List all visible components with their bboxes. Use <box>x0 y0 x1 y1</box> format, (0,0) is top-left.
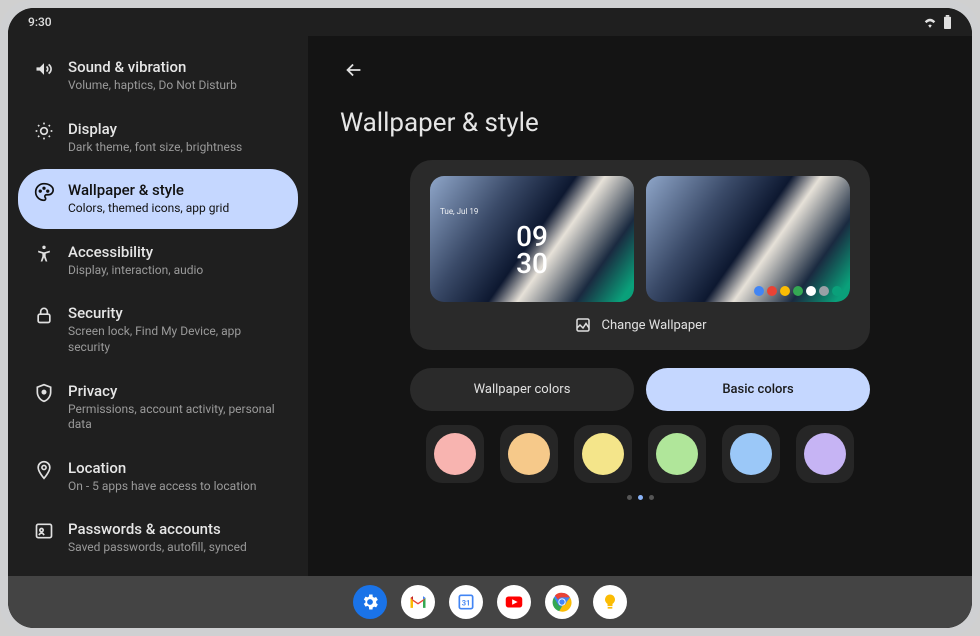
sidebar-item-security[interactable]: Security Screen lock, Find My Device, app… <box>18 292 298 367</box>
sidebar-item-label: Privacy <box>68 382 278 400</box>
sidebar-item-label: Accessibility <box>68 243 203 261</box>
color-swatch-6[interactable] <box>796 425 854 483</box>
sidebar-item-label: Sound & vibration <box>68 58 237 76</box>
color-swatch-1[interactable] <box>426 425 484 483</box>
color-source-tabs: Wallpaper colors Basic colors <box>410 368 870 411</box>
preview-clock: 0930 <box>516 224 548 277</box>
change-wallpaper-button[interactable]: Change Wallpaper <box>428 314 852 336</box>
sidebar-item-accessibility[interactable]: Accessibility Display, interaction, audio <box>18 231 298 291</box>
sidebar-item-wallpaper[interactable]: Wallpaper & style Colors, themed icons, a… <box>18 169 298 229</box>
preview-date: Tue, Jul 19 <box>440 207 478 216</box>
status-icons <box>923 15 952 29</box>
back-button[interactable] <box>340 56 368 84</box>
sidebar-item-label: Wallpaper & style <box>68 181 229 199</box>
sidebar-item-sub: Colors, themed icons, app grid <box>68 201 229 217</box>
sidebar-item-label: Security <box>68 304 278 322</box>
pager-dot[interactable] <box>649 495 654 500</box>
color-swatch-2[interactable] <box>500 425 558 483</box>
color-swatch-4[interactable] <box>648 425 706 483</box>
sidebar-item-location[interactable]: Location On - 5 apps have access to locat… <box>18 447 298 507</box>
home-screen-preview[interactable] <box>646 176 850 302</box>
sidebar-item-sub: Saved passwords, autofill, synced <box>68 540 247 556</box>
wifi-icon <box>923 16 937 28</box>
status-time: 9:30 <box>28 15 52 29</box>
sidebar-item-passwords[interactable]: Passwords & accounts Saved passwords, aut… <box>18 508 298 568</box>
pager-dot[interactable] <box>627 495 632 500</box>
dock-app-keep[interactable] <box>593 585 627 619</box>
tab-basic-colors[interactable]: Basic colors <box>646 368 870 411</box>
detail-pane: Wallpaper & style Tue, Jul 19 0930 <box>308 36 972 576</box>
dock-app-chrome[interactable] <box>545 585 579 619</box>
sidebar-item-sub: Permissions, account activity, personal … <box>68 402 278 433</box>
sidebar-item-label: Passwords & accounts <box>68 520 247 538</box>
tablet-frame: 9:30 Sound & vibration Volume, haptics, D… <box>0 0 980 636</box>
page-title: Wallpaper & style <box>340 108 940 138</box>
sidebar-item-sound[interactable]: Sound & vibration Volume, haptics, Do Not… <box>18 46 298 106</box>
sidebar-item-display[interactable]: Display Dark theme, font size, brightness <box>18 108 298 168</box>
sidebar-item-privacy[interactable]: Privacy Permissions, account activity, pe… <box>18 370 298 445</box>
color-swatch-3[interactable] <box>574 425 632 483</box>
sidebar-item-sub: Screen lock, Find My Device, app securit… <box>68 324 278 355</box>
svg-text:31: 31 <box>462 598 471 607</box>
pager-dot[interactable] <box>638 495 643 500</box>
tablet-screen: 9:30 Sound & vibration Volume, haptics, D… <box>8 8 972 628</box>
sidebar-item-sub: Dark theme, font size, brightness <box>68 140 242 156</box>
status-bar: 9:30 <box>8 8 972 36</box>
brightness-icon <box>34 121 54 141</box>
dock-app-calendar[interactable]: 31 <box>449 585 483 619</box>
wallpaper-preview-card: Tue, Jul 19 0930 <box>410 160 870 350</box>
system-dock: 31 <box>8 576 972 628</box>
lock-screen-preview[interactable]: Tue, Jul 19 0930 <box>430 176 634 302</box>
content-row: Sound & vibration Volume, haptics, Do Not… <box>8 36 972 576</box>
accessibility-icon <box>34 244 54 264</box>
account-icon <box>34 521 54 541</box>
dock-app-settings[interactable] <box>353 585 387 619</box>
sidebar-item-sub: Volume, haptics, Do Not Disturb <box>68 78 237 94</box>
change-wallpaper-label: Change Wallpaper <box>602 318 707 333</box>
lock-icon <box>34 305 54 325</box>
color-swatches <box>390 425 890 483</box>
settings-sidebar: Sound & vibration Volume, haptics, Do Not… <box>8 36 308 576</box>
sidebar-item-label: Display <box>68 120 242 138</box>
dock-app-youtube[interactable] <box>497 585 531 619</box>
location-icon <box>34 460 54 480</box>
battery-icon <box>943 15 952 29</box>
wallpaper-change-icon <box>574 316 592 334</box>
palette-icon <box>34 182 54 202</box>
color-swatch-5[interactable] <box>722 425 780 483</box>
volume-icon <box>34 59 54 79</box>
swatch-pager <box>340 495 940 500</box>
tab-wallpaper-colors[interactable]: Wallpaper colors <box>410 368 634 411</box>
shield-icon <box>34 383 54 403</box>
dock-app-gmail[interactable] <box>401 585 435 619</box>
preview-dock <box>754 286 842 296</box>
sidebar-item-sub: Display, interaction, audio <box>68 263 203 279</box>
sidebar-item-sub: On - 5 apps have access to location <box>68 479 257 495</box>
sidebar-item-label: Location <box>68 459 257 477</box>
